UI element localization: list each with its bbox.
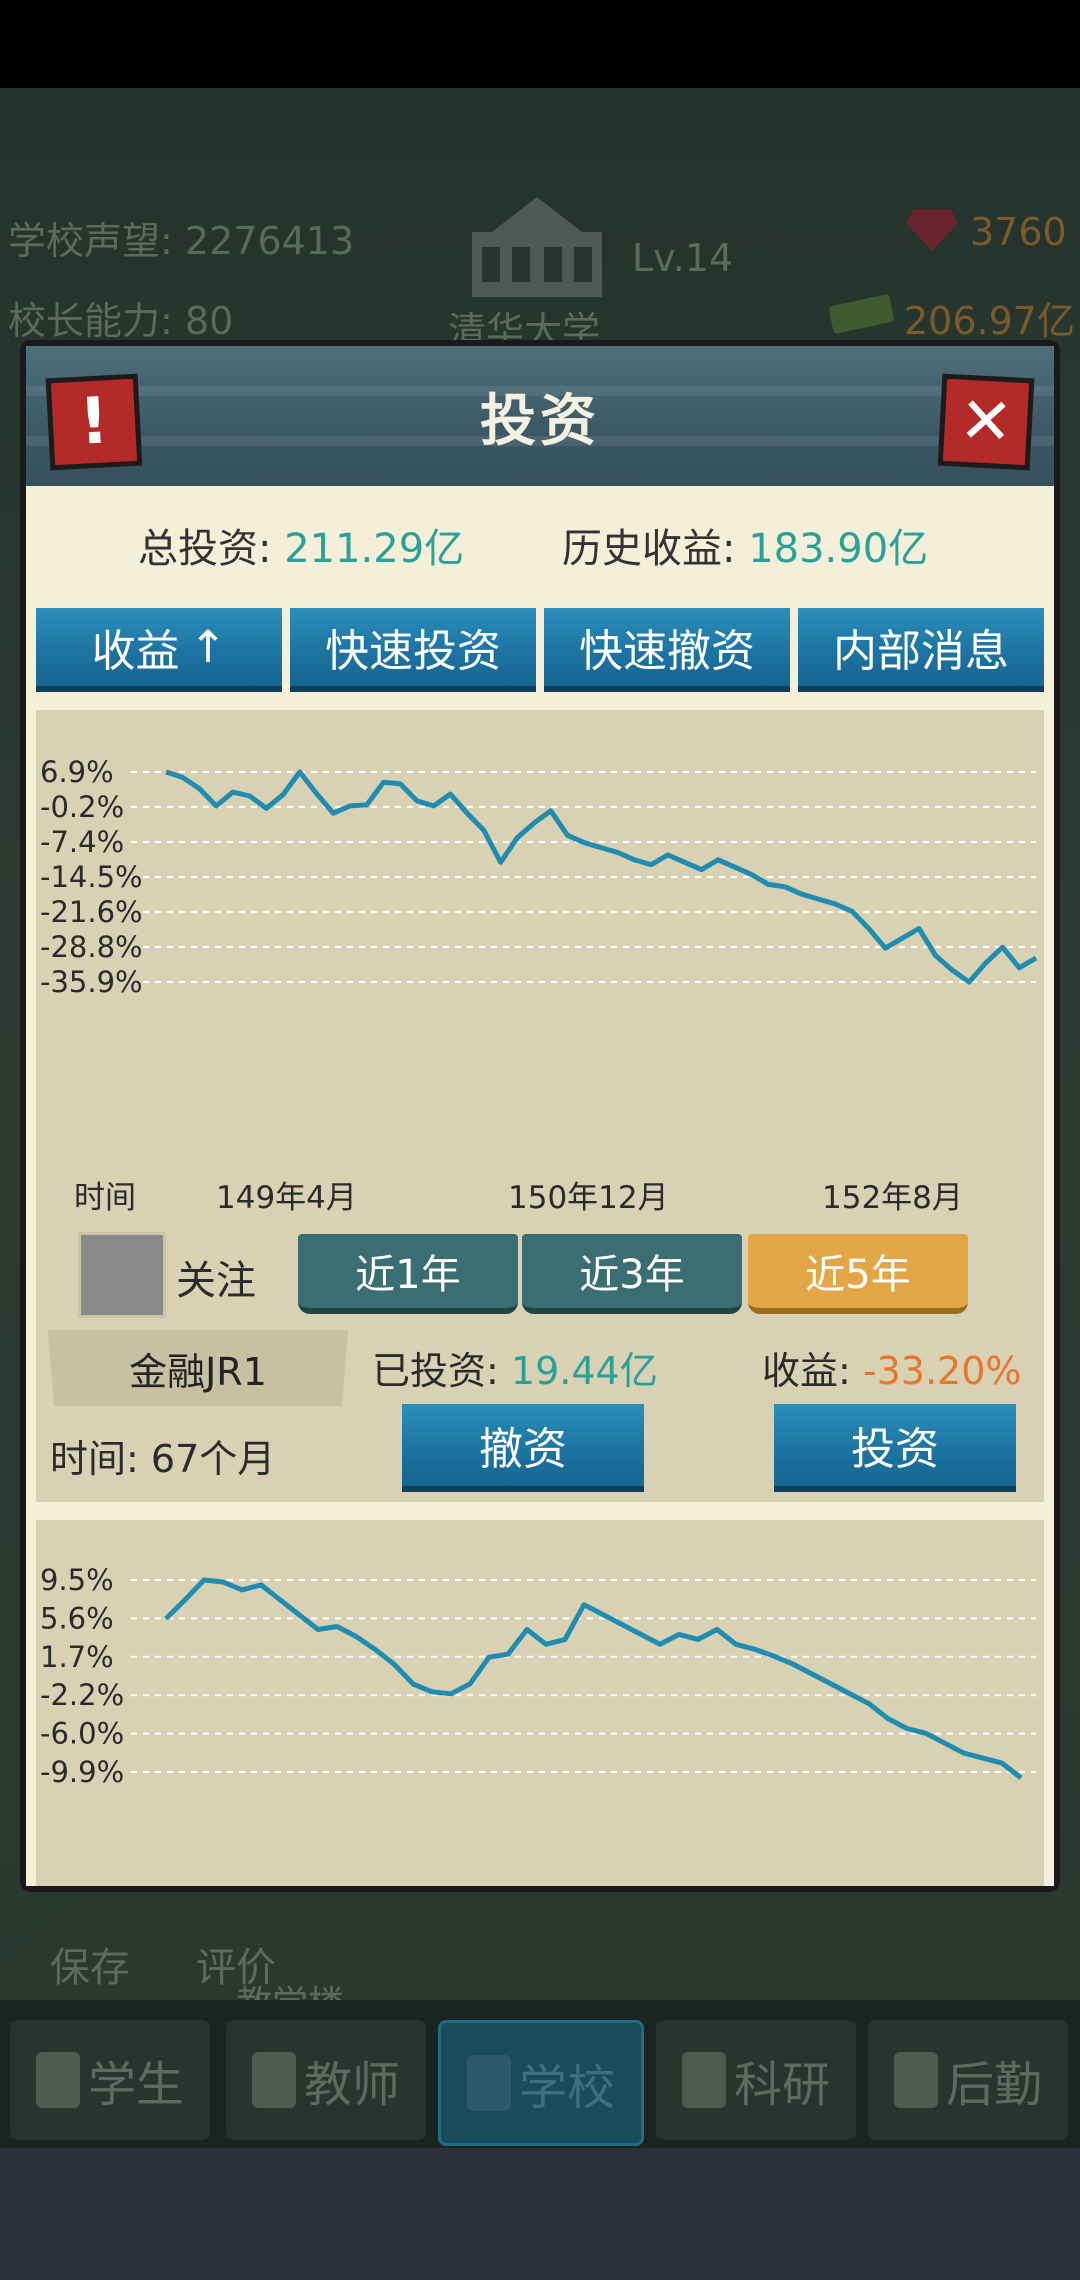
nav-teachers-label: 教师 <box>303 2057 400 2113</box>
x-tick-label: 149年4月 <box>216 1180 357 1216</box>
y-tick-label: -0.2% <box>40 790 124 824</box>
ability-row: 校长能力: 80 <box>8 290 233 345</box>
dialog-header: 投资 ! ✕ <box>26 346 1054 486</box>
clipboard-icon <box>893 2052 938 2108</box>
y-tick-label: 6.9% <box>40 755 114 789</box>
withdraw-button[interactable]: 撤资 <box>402 1404 644 1492</box>
student-icon <box>35 2052 80 2108</box>
y-tick-label: -28.8% <box>40 930 143 964</box>
total-investment: 总投资: 211.29亿 <box>138 516 464 574</box>
dialog-title: 投资 <box>480 389 600 454</box>
total-investment-value: 211.29亿 <box>284 526 465 572</box>
money-icon <box>826 290 896 334</box>
invested-amount: 已投资: 19.44亿 <box>372 1340 658 1395</box>
alert-icon[interactable]: ! <box>45 373 143 471</box>
time-axis-label: 时间 <box>74 1180 136 1216</box>
nav-logistics[interactable]: 后勤 <box>868 2020 1068 2140</box>
range-5-year-button[interactable]: 近5年 <box>748 1234 968 1314</box>
y-tick-label: -35.9% <box>40 965 143 999</box>
y-tick-label: -2.2% <box>40 1678 124 1712</box>
sort-arrow-icon: ↑ <box>189 621 227 673</box>
x-tick-label: 152年8月 <box>822 1180 963 1216</box>
follow-checkbox[interactable] <box>78 1232 166 1318</box>
nav-logistics-label: 后勤 <box>945 2057 1042 2113</box>
school-building-icon[interactable] <box>452 192 622 302</box>
fund-line-chart: 6.9%-0.2%-7.4%-14.5%-21.6%-28.8%-35.9% <box>40 755 1038 999</box>
save-label[interactable]: 保存 <box>50 1935 130 1993</box>
history-profit-label: 历史收益: <box>562 526 736 572</box>
history-profit-value: 183.90亿 <box>748 526 929 572</box>
tab-row: 收益 ↑ 快速投资 快速撤资 内部消息 <box>36 608 1044 692</box>
x-tick-label: 150年12月 <box>508 1180 669 1216</box>
system-nav-bar <box>0 2148 1080 2280</box>
follow-label: 关注 <box>176 1258 256 1304</box>
investment-dialog: 投资 ! ✕ 总投资: 211.29亿 历史收益: 183.90亿 收益 ↑ 快… <box>20 340 1060 1892</box>
fund-name: 金融JR1 <box>48 1330 348 1406</box>
holding-time-label: 时间: <box>50 1437 139 1481</box>
fund-card: 6.9% -0.2% -7.4% -14.5% -21.6% -28.8% -35.9% 时… <box>36 710 1044 1502</box>
teacher-icon <box>251 2052 296 2108</box>
gem-count: 3760 <box>970 210 1067 254</box>
y-tick-label: -21.6% <box>40 895 143 929</box>
reputation-row: 学校声望: 2276413 <box>8 210 354 265</box>
school-icon <box>466 2055 511 2111</box>
tab-profit-sort[interactable]: 收益 ↑ <box>36 608 282 692</box>
nav-students-label: 学生 <box>87 2057 184 2113</box>
y-tick-label: 1.7% <box>40 1640 114 1674</box>
nav-teachers[interactable]: 教师 <box>226 2020 426 2140</box>
reputation-value: 2276413 <box>184 219 355 263</box>
return-value: -33.20% <box>862 1349 1022 1393</box>
investment-dialog-body: 投资 ! ✕ 总投资: 211.29亿 历史收益: 183.90亿 收益 ↑ 快… <box>26 346 1054 1886</box>
nav-research[interactable]: 科研 <box>656 2020 856 2140</box>
nav-research-label: 科研 <box>733 2057 830 2113</box>
holding-time: 时间: 67个月 <box>50 1428 275 1483</box>
ability-label: 校长能力: <box>8 299 173 343</box>
y-tick-label: 5.6% <box>40 1601 114 1635</box>
reputation-label: 学校声望: <box>8 219 173 263</box>
history-profit: 历史收益: 183.90亿 <box>562 516 928 574</box>
total-investment-label: 总投资: <box>138 526 272 572</box>
y-tick-label: -7.4% <box>40 825 124 859</box>
money-count: 206.97亿 <box>904 299 1075 343</box>
fund-line-chart: 9.5% 5.6% 1.7% -2.2% -6.0% -9.9% <box>40 1563 1036 1789</box>
fund-card: 9.5% 5.6% 1.7% -2.2% -6.0% -9.9% <box>36 1520 1044 1886</box>
fund-return: 收益: -33.20% <box>762 1340 1022 1395</box>
invested-value: 19.44亿 <box>510 1349 658 1393</box>
y-tick-label: -6.0% <box>40 1717 124 1751</box>
series-line <box>164 1577 1023 1780</box>
range-1-year-button[interactable]: 近1年 <box>298 1234 518 1314</box>
nav-students[interactable]: 学生 <box>10 2020 210 2140</box>
nav-school[interactable]: 学校 <box>438 2020 644 2146</box>
y-tick-label: 9.5% <box>40 1563 114 1597</box>
tab-quick-withdraw[interactable]: 快速撤资 <box>544 608 790 692</box>
flask-icon <box>681 2052 726 2108</box>
nav-school-label: 学校 <box>518 2060 615 2116</box>
invest-button[interactable]: 投资 <box>774 1404 1016 1492</box>
holding-time-value: 67个月 <box>150 1437 276 1481</box>
gem-icon <box>904 205 960 253</box>
tab-inside-news[interactable]: 内部消息 <box>798 608 1044 692</box>
y-tick-label: -9.9% <box>40 1755 124 1789</box>
return-label: 收益: <box>762 1349 851 1393</box>
tab-profit-label: 收益 <box>91 626 180 677</box>
status-bar <box>0 0 1080 88</box>
tab-quick-invest[interactable]: 快速投资 <box>290 608 536 692</box>
invested-label: 已投资: <box>372 1349 499 1393</box>
close-button[interactable]: ✕ <box>937 373 1035 471</box>
school-level: Lv.14 <box>632 236 734 280</box>
range-3-year-button[interactable]: 近3年 <box>522 1234 742 1314</box>
y-tick-label: -14.5% <box>40 860 143 894</box>
ability-value: 80 <box>184 299 234 343</box>
